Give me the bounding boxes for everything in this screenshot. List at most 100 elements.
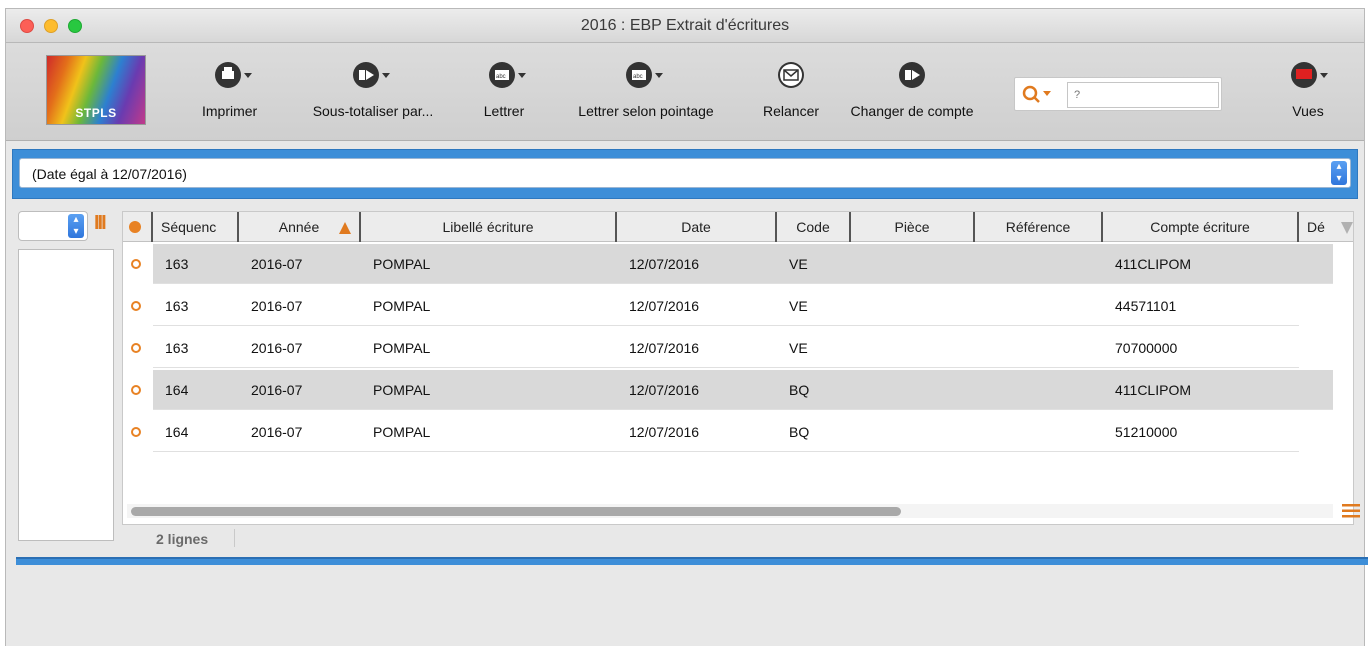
row-status-icon (131, 301, 141, 311)
cell-piece (851, 286, 975, 326)
cell-date: 12/07/2016 (617, 328, 777, 368)
entries-table: Séquenc Année Libellé écriture Date Code… (122, 211, 1354, 525)
app-window: 2016 : EBP Extrait d'écritures STPLS Imp… (5, 8, 1368, 646)
cell-sequence: 164 (153, 412, 239, 452)
header-label[interactable]: Libellé écriture (361, 212, 617, 242)
horizontal-scrollbar[interactable] (127, 504, 1333, 518)
table-row[interactable]: 163 2016-07 POMPAL 12/07/2016 VE 4457110… (123, 286, 1331, 328)
cell-year: 2016-07 (239, 412, 361, 452)
toolbar: STPLS Imprimer Sous-totaliser par... abc… (6, 43, 1364, 141)
subtotal-label: Sous-totaliser par... (312, 103, 434, 119)
svg-text:abc: abc (496, 74, 506, 80)
letter-label: Lettrer (483, 103, 525, 119)
header-status-column[interactable] (123, 212, 153, 242)
filter-stepper-icon[interactable]: ▴ ▾ (1331, 161, 1347, 185)
sort-ascending-icon (339, 222, 351, 234)
cell-reference (975, 370, 1103, 410)
letter-button[interactable]: abc Lettrer (480, 61, 528, 119)
cell-piece (851, 328, 975, 368)
header-piece[interactable]: Pièce (851, 212, 975, 242)
cell-sequence: 163 (153, 244, 239, 284)
bottom-accent-line (16, 557, 1368, 559)
letter-pointing-label: Lettrer selon pointage (578, 103, 714, 119)
row-status-icon (131, 385, 141, 395)
letter-icon: abc (480, 61, 528, 89)
cell-date: 12/07/2016 (617, 286, 777, 326)
remind-button[interactable]: Relancer (756, 61, 826, 119)
header-year[interactable]: Année (239, 212, 361, 242)
subtotal-icon (298, 61, 448, 89)
change-account-button[interactable]: Changer de compte (832, 61, 992, 119)
cell-debit (1299, 244, 1333, 284)
logo-text: STPLS (75, 106, 117, 120)
cell-label: POMPAL (361, 244, 617, 284)
envelope-icon (756, 61, 826, 89)
cell-sequence: 163 (153, 286, 239, 326)
cell-year: 2016-07 (239, 328, 361, 368)
cell-year: 2016-07 (239, 370, 361, 410)
status-bar: 2 lignes (122, 525, 1354, 555)
cell-debit (1299, 370, 1333, 410)
cell-label: POMPAL (361, 412, 617, 452)
table-row[interactable]: 163 2016-07 POMPAL 12/07/2016 VE 7070000… (123, 328, 1331, 370)
subtotal-button[interactable]: Sous-totaliser par... (298, 61, 448, 119)
scroll-down-arrow-icon[interactable] (1341, 222, 1353, 234)
columns-icon[interactable]: III (94, 212, 107, 235)
cell-reference (975, 328, 1103, 368)
cell-date: 12/07/2016 (617, 244, 777, 284)
cell-code: VE (777, 286, 851, 326)
header-code[interactable]: Code (777, 212, 851, 242)
cell-code: BQ (777, 370, 851, 410)
cell-code: BQ (777, 412, 851, 452)
header-year-label: Année (278, 219, 320, 235)
cell-account: 411CLIPOM (1103, 244, 1299, 284)
cell-code: VE (777, 244, 851, 284)
column-set-select[interactable]: ▴ ▾ (18, 211, 88, 241)
cell-account: 411CLIPOM (1103, 370, 1299, 410)
cell-reference (975, 412, 1103, 452)
header-date[interactable]: Date (617, 212, 777, 242)
filter-bar: (Date égal à 12/07/2016) ▴ ▾ (12, 149, 1358, 199)
cell-year: 2016-07 (239, 244, 361, 284)
cell-piece (851, 370, 975, 410)
column-set-stepper-icon[interactable]: ▴ ▾ (68, 214, 84, 238)
search-input[interactable] (1067, 82, 1219, 108)
cell-date: 12/07/2016 (617, 412, 777, 452)
row-status-icon (131, 427, 141, 437)
status-divider (234, 529, 235, 547)
views-button[interactable]: Vues (1278, 61, 1338, 119)
title-bar: 2016 : EBP Extrait d'écritures (6, 9, 1364, 43)
table-row[interactable]: 164 2016-07 POMPAL 12/07/2016 BQ 411CLIP… (123, 370, 1333, 412)
cell-reference (975, 244, 1103, 284)
table-row[interactable]: 164 2016-07 POMPAL 12/07/2016 BQ 5121000… (123, 412, 1331, 454)
change-account-icon (832, 61, 992, 89)
cell-date: 12/07/2016 (617, 370, 777, 410)
company-logo: STPLS (46, 55, 146, 125)
row-status-icon (131, 259, 141, 269)
line-count: 2 lignes (156, 531, 209, 547)
status-dot-icon (129, 221, 141, 233)
table-row[interactable]: 163 2016-07 POMPAL 12/07/2016 VE 411CLIP… (123, 244, 1333, 286)
letter-pointing-button[interactable]: abc Lettrer selon pointage (561, 61, 731, 119)
printer-icon (206, 61, 254, 89)
print-label: Imprimer (202, 103, 258, 119)
menu-lines-icon[interactable] (1342, 504, 1360, 518)
letter-pointing-icon: abc (561, 61, 731, 89)
cell-label: POMPAL (361, 370, 617, 410)
header-account[interactable]: Compte écriture (1103, 212, 1299, 242)
left-list-panel[interactable] (18, 249, 114, 541)
views-icon (1278, 61, 1338, 89)
header-reference[interactable]: Référence (975, 212, 1103, 242)
header-debit[interactable]: Dé (1299, 212, 1333, 242)
svg-text:abc: abc (633, 74, 643, 80)
change-account-label: Changer de compte (850, 103, 974, 119)
remind-label: Relancer (762, 103, 820, 119)
horizontal-scroll-thumb[interactable] (131, 507, 901, 516)
filter-text: (Date égal à 12/07/2016) (32, 166, 187, 182)
window-title: 2016 : EBP Extrait d'écritures (580, 17, 790, 34)
header-sequence[interactable]: Séquenc (153, 212, 239, 242)
filter-select[interactable]: (Date égal à 12/07/2016) ▴ ▾ (19, 158, 1351, 188)
cell-account: 44571101 (1103, 286, 1299, 326)
search-icon[interactable] (1021, 84, 1061, 106)
print-button[interactable]: Imprimer (202, 61, 257, 119)
